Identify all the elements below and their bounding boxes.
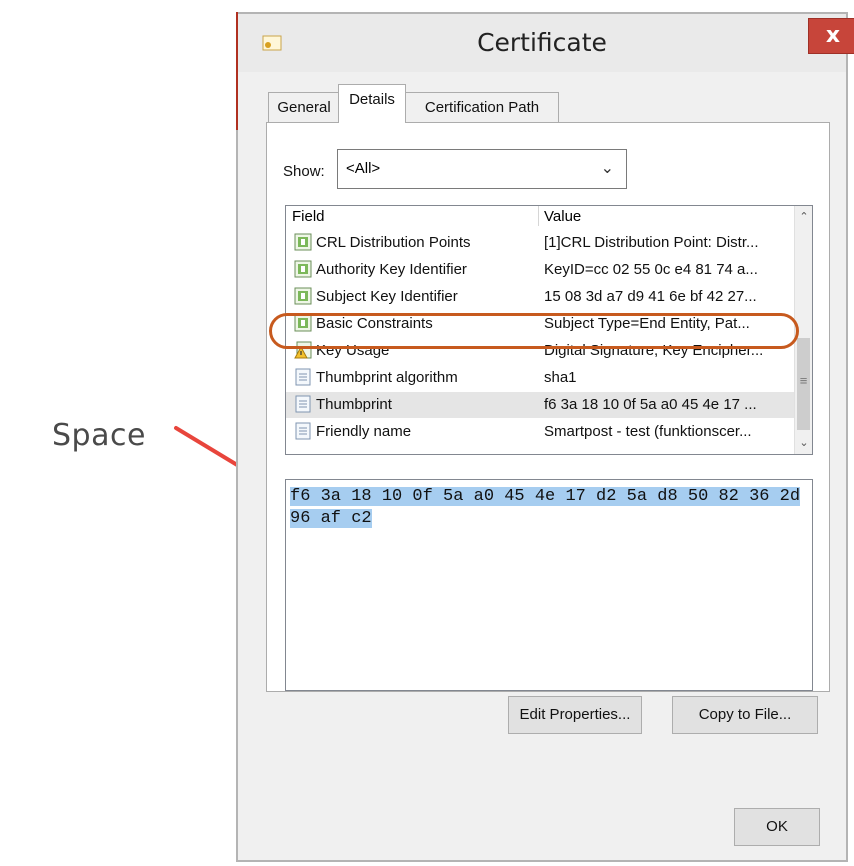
title-bar: Certificate x	[238, 14, 854, 72]
list-row[interactable]: Authority Key Identifier KeyID=cc 02 55 0…	[286, 257, 794, 283]
list-row[interactable]: Thumbprint algorithm sha1	[286, 365, 794, 391]
extension-icon	[294, 260, 312, 278]
ok-button[interactable]: OK	[734, 808, 820, 846]
edit-properties-button[interactable]: Edit Properties...	[508, 696, 642, 734]
row-value: sha1	[544, 369, 577, 386]
row-field: Thumbprint	[316, 396, 392, 413]
details-panel: Show: <All> ⌄ Field Value CRL Distributi…	[266, 122, 830, 692]
row-field: Friendly name	[316, 423, 412, 440]
row-value: 15 08 3d a7 d9 41 6e bf 42 27...	[544, 288, 757, 305]
extension-icon	[294, 287, 312, 305]
column-divider[interactable]	[538, 206, 539, 226]
tab-certification-path[interactable]: Certification Path	[405, 92, 559, 122]
tab-details[interactable]: Details	[338, 84, 406, 123]
chevron-down-icon: ⌄	[600, 160, 614, 177]
thumbprint-value-text[interactable]: f6 3a 18 10 0f 5a a0 45 4e 17 d2 5a d8 5…	[290, 487, 801, 528]
list-row[interactable]: Thumbprint f6 3a 18 10 0f 5a a0 45 4e 17 …	[286, 392, 794, 418]
row-value: KeyID=cc 02 55 0c e4 81 74 a...	[544, 261, 758, 278]
value-detail-box[interactable]: f6 3a 18 10 0f 5a a0 45 4e 17 d2 5a d8 5…	[285, 479, 813, 691]
tab-general[interactable]: General	[268, 92, 340, 122]
certificate-dialog: Certificate x General Details Certificat…	[236, 12, 854, 862]
property-icon	[294, 368, 312, 386]
list-header: Field Value	[286, 206, 794, 226]
property-icon	[294, 395, 312, 413]
list-row[interactable]: Subject Key Identifier 15 08 3d a7 d9 41 …	[286, 284, 794, 310]
scroll-thumb[interactable]: ≡	[797, 338, 810, 430]
list-row[interactable]: Friendly name Smartpost - test (funktions…	[286, 419, 794, 445]
list-row[interactable]: CRL Distribution Points [1]CRL Distributi…	[286, 230, 794, 256]
row-value: Subject Type=End Entity, Pat...	[544, 315, 750, 332]
extension-icon	[294, 233, 312, 251]
row-value: Smartpost - test (funktionscer...	[544, 423, 752, 440]
scroll-down-icon[interactable]: ⌄	[795, 432, 812, 454]
list-row[interactable]: Key Usage Digital Signature, Key Encipher…	[286, 338, 794, 364]
column-header-field[interactable]: Field	[292, 208, 325, 225]
window-title: Certificate	[477, 28, 607, 57]
show-label: Show:	[283, 163, 325, 180]
list-row[interactable]: Basic Constraints Subject Type=End Entity…	[286, 311, 794, 337]
close-button[interactable]: x	[808, 18, 854, 54]
property-icon	[294, 422, 312, 440]
field-list[interactable]: Field Value CRL Distribution Points [1]CR…	[285, 205, 813, 455]
vertical-scrollbar[interactable]: ⌃ ≡ ⌄	[794, 206, 812, 454]
warning-extension-icon	[294, 341, 312, 359]
scroll-up-icon[interactable]: ⌃	[795, 206, 812, 228]
copy-to-file-button[interactable]: Copy to File...	[672, 696, 818, 734]
row-value: f6 3a 18 10 0f 5a a0 45 4e 17 ...	[544, 396, 757, 413]
row-value: Digital Signature, Key Encipher...	[544, 342, 764, 359]
annotation-label: Space	[52, 418, 146, 453]
row-field: Thumbprint algorithm	[316, 369, 458, 386]
row-field: Key Usage	[316, 342, 390, 359]
row-value: [1]CRL Distribution Point: Distr...	[544, 234, 759, 251]
extension-icon	[294, 314, 312, 332]
row-field: Authority Key Identifier	[316, 261, 467, 278]
row-field: CRL Distribution Points	[316, 234, 471, 251]
row-field: Basic Constraints	[316, 315, 433, 332]
show-dropdown-value: <All>	[346, 160, 381, 177]
scroll-grip-icon: ≡	[799, 373, 808, 388]
column-header-value[interactable]: Value	[544, 208, 581, 225]
show-dropdown[interactable]: <All> ⌄	[337, 149, 627, 189]
row-field: Subject Key Identifier	[316, 288, 458, 305]
